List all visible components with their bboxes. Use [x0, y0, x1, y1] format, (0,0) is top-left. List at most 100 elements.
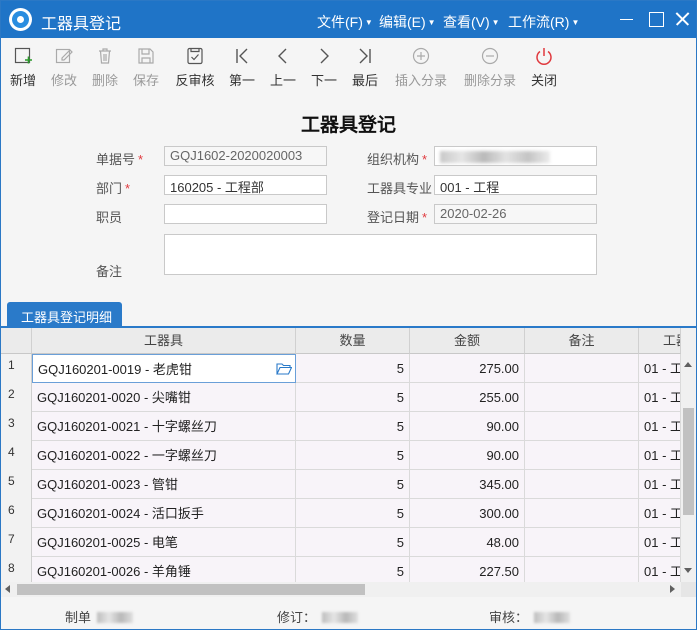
- maximize-button[interactable]: [644, 7, 668, 31]
- minus-circle-icon: [481, 47, 499, 65]
- menu-edit[interactable]: 编辑(E) ▼: [379, 12, 436, 32]
- cell-amount[interactable]: 345.00: [410, 470, 525, 499]
- save-button[interactable]: 保存: [131, 46, 161, 89]
- cell-amount[interactable]: 275.00: [410, 354, 525, 383]
- cell-amount[interactable]: 227.50: [410, 557, 525, 582]
- scroll-up-icon[interactable]: [684, 362, 692, 367]
- cell-amount[interactable]: 255.00: [410, 383, 525, 412]
- doc-no-label: 单据号 *: [96, 152, 144, 167]
- table-row[interactable]: 8 GQJ160201-0026 - 羊角锤 5 227.50 01 - 工: [1, 557, 681, 582]
- cell-tool[interactable]: GQJ160201-0023 - 管钳: [32, 470, 296, 499]
- table-row[interactable]: 4 GQJ160201-0022 - 一字螺丝刀 5 90.00 01 - 工: [1, 441, 681, 470]
- cell-tool[interactable]: GQJ160201-0024 - 活口扳手: [32, 499, 296, 528]
- cell-remark[interactable]: [525, 354, 639, 383]
- reg-date-label: 登记日期 *: [367, 210, 428, 225]
- cell-qty[interactable]: 5: [296, 383, 410, 412]
- cell-qty[interactable]: 5: [296, 441, 410, 470]
- column-header-qty[interactable]: 数量: [296, 328, 410, 354]
- status-footer: 制单 修订： 审核：: [1, 597, 696, 629]
- cell-remark[interactable]: [525, 441, 639, 470]
- scroll-left-icon[interactable]: [5, 585, 10, 593]
- delete-button[interactable]: 删除: [90, 46, 120, 89]
- cell-amount[interactable]: 90.00: [410, 412, 525, 441]
- close-button[interactable]: 关闭: [529, 46, 559, 89]
- folder-open-icon[interactable]: [276, 362, 292, 375]
- remark-field[interactable]: [164, 234, 597, 275]
- cell-remark[interactable]: [525, 528, 639, 557]
- add-button[interactable]: 新增: [8, 46, 38, 89]
- cell-qty[interactable]: 5: [296, 528, 410, 557]
- close-window-button[interactable]: [671, 7, 695, 31]
- cell-tool-type[interactable]: 01 - 工: [639, 528, 681, 557]
- cell-amount[interactable]: 300.00: [410, 499, 525, 528]
- cell-tool-type[interactable]: 01 - 工: [639, 412, 681, 441]
- last-button[interactable]: 最后: [350, 46, 380, 89]
- table-row[interactable]: 6 GQJ160201-0024 - 活口扳手 5 300.00 01 - 工: [1, 499, 681, 528]
- tool-specialty-field[interactable]: 001 - 工程: [434, 175, 597, 195]
- cell-tool-type[interactable]: 01 - 工: [639, 354, 681, 383]
- cell-qty[interactable]: 5: [296, 412, 410, 441]
- doc-no-field[interactable]: GQJ1602-2020020003: [164, 146, 327, 166]
- cell-tool[interactable]: GQJ160201-0020 - 尖嘴钳: [32, 383, 296, 412]
- org-field[interactable]: [434, 146, 597, 166]
- table-row[interactable]: 2 GQJ160201-0020 - 尖嘴钳 5 255.00 01 - 工: [1, 383, 681, 412]
- menu-view[interactable]: 查看(V) ▼: [443, 12, 500, 32]
- row-number: 6: [1, 499, 32, 528]
- row-number: 7: [1, 528, 32, 557]
- prev-button[interactable]: 上一: [268, 46, 298, 89]
- horizontal-scrollbar[interactable]: [1, 582, 696, 597]
- unaudit-button[interactable]: 反审核: [173, 46, 217, 89]
- column-header-tool[interactable]: 工器具: [32, 328, 296, 354]
- cell-qty[interactable]: 5: [296, 557, 410, 582]
- table-row[interactable]: 5 GQJ160201-0023 - 管钳 5 345.00 01 - 工: [1, 470, 681, 499]
- menu-file[interactable]: 文件(F) ▼: [317, 12, 373, 32]
- redacted-value: [440, 151, 550, 163]
- cell-qty[interactable]: 5: [296, 470, 410, 499]
- cell-tool[interactable]: GQJ160201-0022 - 一字螺丝刀: [32, 441, 296, 470]
- cell-amount[interactable]: 48.00: [410, 528, 525, 557]
- table-row[interactable]: 1 GQJ160201-0019 - 老虎钳 5 275.00 01 - 工: [1, 354, 681, 383]
- insert-entry-button[interactable]: 插入分录: [392, 46, 450, 89]
- scroll-thumb[interactable]: [683, 408, 694, 515]
- cell-tool[interactable]: GQJ160201-0019 - 老虎钳: [32, 354, 296, 383]
- cell-tool-type[interactable]: 01 - 工: [639, 557, 681, 582]
- column-header-remark[interactable]: 备注: [525, 328, 639, 354]
- scroll-down-icon[interactable]: [684, 568, 692, 573]
- cell-qty[interactable]: 5: [296, 499, 410, 528]
- cell-tool[interactable]: GQJ160201-0026 - 羊角锤: [32, 557, 296, 582]
- chevron-down-icon: ▼: [364, 18, 373, 27]
- cell-tool-type[interactable]: 01 - 工: [639, 441, 681, 470]
- first-icon: [236, 48, 248, 64]
- cell-remark[interactable]: [525, 499, 639, 528]
- table-row[interactable]: 7 GQJ160201-0025 - 电笔 5 48.00 01 - 工: [1, 528, 681, 557]
- tab-detail[interactable]: 工器具登记明细: [7, 302, 122, 327]
- cell-remark[interactable]: [525, 383, 639, 412]
- cell-tool-type[interactable]: 01 - 工: [639, 499, 681, 528]
- detail-grid: 工器具 数量 金额 备注 工器 1 GQJ160201-0019 - 老虎钳 5…: [1, 328, 696, 582]
- cell-qty[interactable]: 5: [296, 354, 410, 383]
- cell-tool[interactable]: GQJ160201-0025 - 电笔: [32, 528, 296, 557]
- table-row[interactable]: 3 GQJ160201-0021 - 十字螺丝刀 5 90.00 01 - 工: [1, 412, 681, 441]
- trash-icon: [99, 48, 111, 64]
- edit-button[interactable]: 修改: [49, 46, 79, 89]
- cell-tool-type[interactable]: 01 - 工: [639, 470, 681, 499]
- scroll-right-icon[interactable]: [670, 585, 675, 593]
- reg-date-field[interactable]: 2020-02-26: [434, 204, 597, 224]
- menu-workflow[interactable]: 工作流(R) ▼: [508, 12, 579, 32]
- cell-tool[interactable]: GQJ160201-0021 - 十字螺丝刀: [32, 412, 296, 441]
- column-header-tool-type[interactable]: 工器: [639, 328, 681, 354]
- cell-remark[interactable]: [525, 470, 639, 499]
- staff-field[interactable]: [164, 204, 327, 224]
- cell-remark[interactable]: [525, 557, 639, 582]
- vertical-scrollbar[interactable]: [681, 328, 696, 582]
- cell-tool-type[interactable]: 01 - 工: [639, 383, 681, 412]
- minimize-button[interactable]: [615, 7, 639, 31]
- cell-remark[interactable]: [525, 412, 639, 441]
- first-button[interactable]: 第一: [227, 46, 257, 89]
- column-header-amount[interactable]: 金额: [410, 328, 525, 354]
- delete-entry-button[interactable]: 删除分录: [461, 46, 519, 89]
- dept-field[interactable]: 160205 - 工程部: [164, 175, 327, 195]
- next-button[interactable]: 下一: [309, 46, 339, 89]
- cell-amount[interactable]: 90.00: [410, 441, 525, 470]
- scroll-thumb[interactable]: [17, 584, 365, 595]
